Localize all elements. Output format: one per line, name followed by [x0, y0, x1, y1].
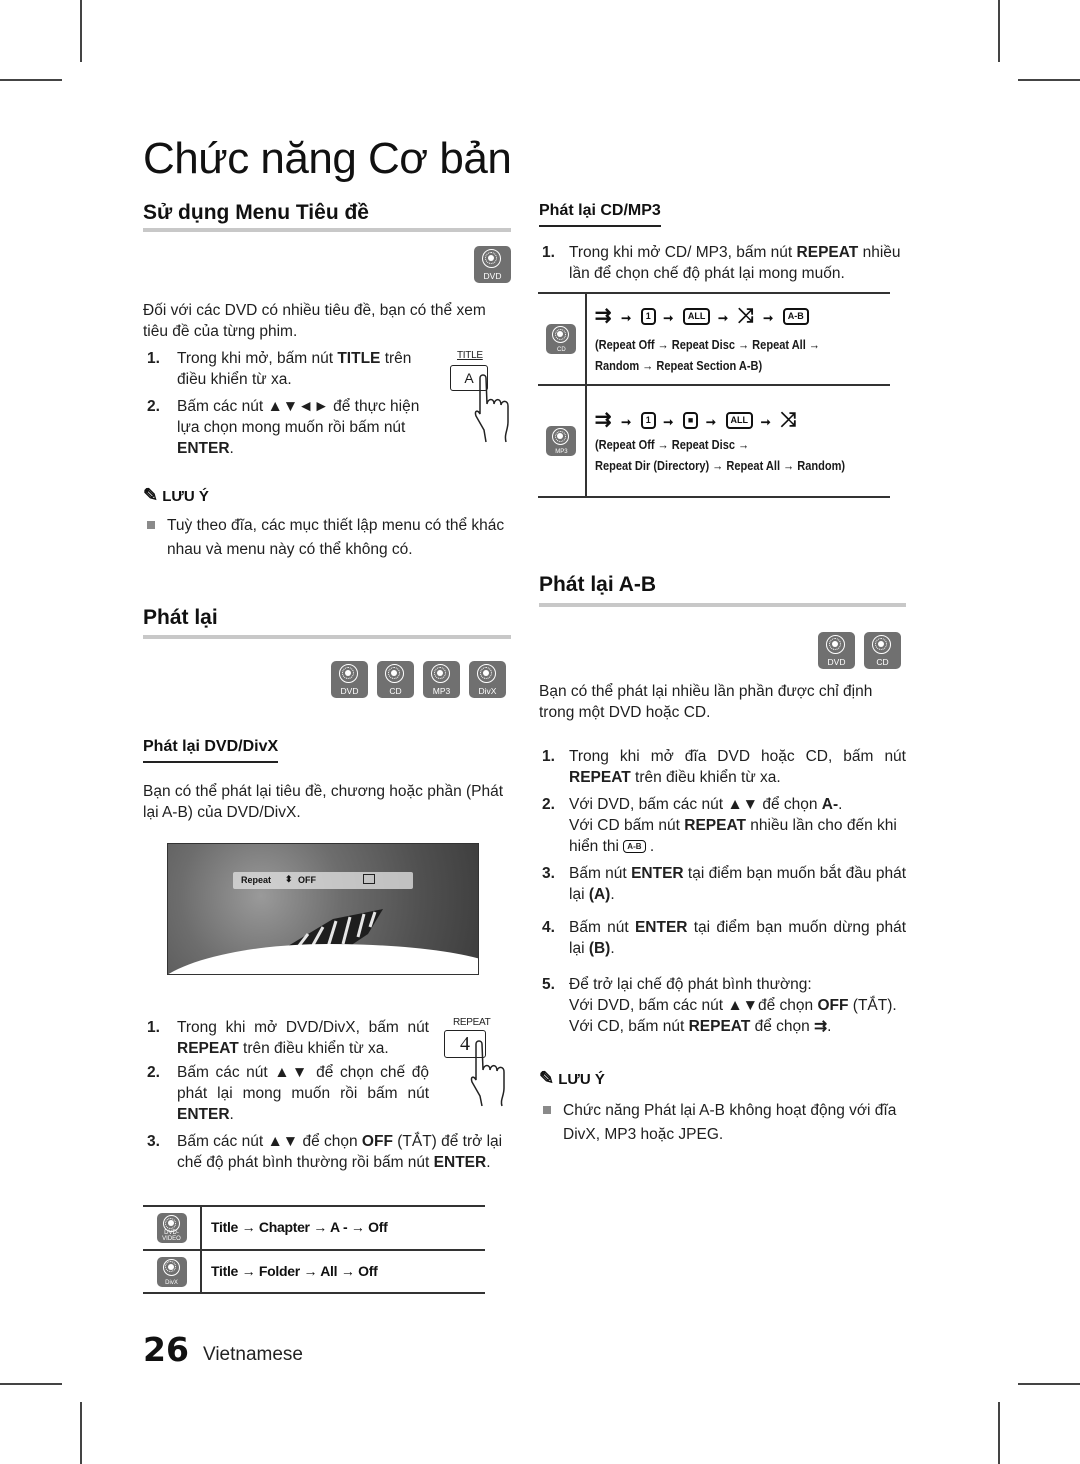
repeat-off-icon: ⇉	[594, 304, 614, 327]
table-row: DVD-VIDEO Title → Chapter → A - → Off	[143, 1205, 485, 1250]
disc-icons-ab: DVD CD	[818, 632, 901, 669]
step-item: 2. Với DVD, bấm các nút ▲▼ để chọn A-. V…	[542, 796, 897, 855]
repeat-all-icon: ALL	[725, 411, 754, 429]
up-down-arrow-icon: ⬍	[285, 874, 293, 884]
cd-mp3-modes-table: CD ⇉ ➞ 1 ➞ ALL ➞ ⤨ ➞ A-B (Repeat Off → R…	[538, 292, 890, 498]
step-item: 3. Bấm các nút ▲▼ để chọn OFF (TẮT) để t…	[147, 1133, 503, 1171]
page-language: Vietnamese	[203, 1344, 303, 1365]
step-item: 5. Để trở lại chế độ phát bình thường: V…	[542, 976, 897, 1035]
osd-screenshot: Repeat ⬍ OFF	[167, 843, 479, 975]
step-item: 4. Bấm nút ENTER tại điểm bạn muốn dừng …	[542, 919, 907, 957]
repeat-dir-icon: ■	[682, 411, 699, 429]
enter-icon	[363, 874, 375, 884]
note-item: Tuỳ theo đĩa, các mục thiết lập menu có …	[143, 514, 507, 562]
step-item: 3. Bấm nút ENTER tại điểm bạn muốn bắt đ…	[542, 865, 907, 903]
step-item: 2. Bấm các nút ▲▼◄► để thực hiện lựa chọ…	[147, 398, 420, 457]
mp3-disc-icon: MP3	[423, 661, 460, 698]
pencil-note-icon: ✎	[539, 1068, 555, 1088]
crop-mark	[998, 1402, 1000, 1464]
repeat-all-icon: ALL	[682, 307, 711, 325]
bullet-square-icon	[147, 521, 155, 529]
step-item: 1. Trong khi mở CD/ MP3, bấm nút REPEAT …	[542, 244, 901, 282]
cd-mp3-steps: 1. Trong khi mở CD/ MP3, bấm nút REPEAT …	[542, 242, 910, 284]
title-menu-steps: 1. Trong khi mở, bấm nút TITLE trên điều…	[147, 348, 437, 459]
mode-sequence: Title → Chapter → A - → Off	[211, 1219, 388, 1235]
screen-wave-edge	[168, 944, 478, 974]
note-heading: ✎ LƯU Ý	[539, 1068, 605, 1088]
dvd-divx-heading: Phát lại DVD/DivX	[143, 738, 279, 763]
title-menu-intro: Đối với các DVD có nhiều tiêu đề, bạn có…	[143, 302, 486, 340]
repeat-off-icon: ⇉	[814, 1018, 828, 1035]
cd-disc-icon: CD	[864, 632, 901, 669]
crop-mark	[1018, 1383, 1080, 1385]
dvd-disc-icon: DVD	[818, 632, 855, 669]
dvd-divx-modes-table: DVD-VIDEO Title → Chapter → A - → Off Di…	[143, 1205, 485, 1294]
cd-mp3-heading: Phát lại CD/MP3	[539, 202, 661, 227]
note-item: Chức năng Phát lại A-B không hoạt động v…	[539, 1099, 908, 1147]
section-rule	[143, 635, 511, 639]
dvd-video-disc-icon: DVD-VIDEO	[156, 1213, 187, 1243]
repeat-disc-icon: 1	[640, 307, 656, 325]
repeat-ab-icon: A-B	[782, 307, 809, 325]
section-rule	[539, 603, 906, 607]
divx-disc-icon: DivX	[156, 1256, 187, 1287]
step-item: 1. Trong khi mở đĩa DVD hoặc CD, bấm nút…	[542, 748, 906, 786]
divx-disc-icon: DivX	[469, 661, 506, 698]
step-item: 1. Trong khi mở, bấm nút TITLE trên điều…	[147, 350, 412, 388]
page-title: Chức năng Cơ bản	[143, 134, 512, 183]
note-heading: ✎ LƯU Ý	[143, 485, 209, 505]
crop-mark	[80, 1402, 82, 1464]
step-item: 2. Bấm các nút ▲▼ để chọn chế độ phát lạ…	[147, 1064, 429, 1123]
repeat-ab-icon: A-B	[623, 840, 646, 854]
cd-disc-icon: CD	[377, 661, 414, 698]
repeat-remote-illustration: REPEAT 4	[440, 1017, 515, 1107]
cd-disc-icon: CD	[546, 324, 577, 354]
random-icon: ⤨	[780, 408, 799, 431]
table-row: DivX Title → Folder → All → Off	[143, 1249, 485, 1294]
title-menu-heading: Sử dụng Menu Tiêu đề	[143, 201, 369, 224]
crop-mark	[80, 0, 82, 62]
crop-mark	[1018, 79, 1080, 81]
repeat-icons-sequence: ⇉ ➞ 1 ➞ ALL ➞ ⤨ ➞ A-B	[595, 303, 889, 328]
step-item: 1. Trong khi mở DVD/DivX, bấm nút REPEAT…	[147, 1019, 429, 1057]
disc-icons-playback: DVD CD MP3 DivX	[331, 661, 511, 698]
mode-sequence: Title → Folder → All → Off	[211, 1262, 378, 1279]
repeat-off-icon: ⇉	[594, 408, 614, 431]
note-block-title-menu: ✎ LƯU Ý Tuỳ theo đĩa, các mục thiết lập …	[143, 485, 513, 562]
dvd-disc-icon: DVD	[474, 246, 511, 283]
table-row: MP3 ⇉ ➞ 1 ➞ ■ ➞ ALL ➞ ⤨ (Repeat Off → Re…	[538, 384, 890, 498]
table-row: CD ⇉ ➞ 1 ➞ ALL ➞ ⤨ ➞ A-B (Repeat Off → R…	[538, 292, 890, 385]
title-remote-illustration: TITLE A	[446, 350, 516, 445]
mp3-disc-icon: MP3	[546, 426, 577, 456]
mode-description: (Repeat Off → Repeat Disc → Repeat All →…	[594, 336, 820, 373]
playback-heading: Phát lại	[143, 606, 218, 629]
remote-key-label: REPEAT	[453, 1017, 491, 1028]
ab-repeat-steps: 1. Trong khi mở đĩa DVD hoặc CD, bấm nút…	[542, 746, 906, 1037]
repeat-icons-sequence: ⇉ ➞ 1 ➞ ■ ➞ ALL ➞ ⤨	[594, 408, 799, 431]
crop-mark	[0, 79, 62, 81]
disc-icons-title-menu: DVD	[474, 246, 511, 283]
pointing-hand-icon	[470, 1040, 505, 1107]
repeat-osd-bar: Repeat ⬍ OFF	[233, 872, 413, 889]
bullet-square-icon	[543, 1106, 551, 1114]
mode-description: (Repeat Off → Repeat Disc → Repeat Dir (…	[594, 436, 845, 473]
remote-key-label: TITLE	[457, 350, 483, 361]
ab-repeat-intro: Bạn có thể phát lại nhiều lần phần được …	[539, 683, 873, 721]
page-number: 26	[143, 1330, 189, 1369]
dvd-disc-icon: DVD	[331, 661, 368, 698]
pencil-note-icon: ✎	[143, 485, 159, 505]
ab-repeat-heading: Phát lại A-B	[539, 573, 657, 596]
note-block-ab: ✎ LƯU Ý Chức năng Phát lại A-B không hoạ…	[539, 1068, 909, 1147]
crop-mark	[0, 1383, 62, 1385]
crop-mark	[998, 0, 1000, 62]
random-icon: ⤨	[737, 304, 756, 327]
dvd-divx-intro: Bạn có thể phát lại tiêu đề, chương hoặc…	[143, 783, 504, 821]
pointing-hand-icon	[474, 374, 509, 443]
section-rule	[143, 228, 511, 232]
repeat-disc-icon: 1	[640, 411, 656, 429]
